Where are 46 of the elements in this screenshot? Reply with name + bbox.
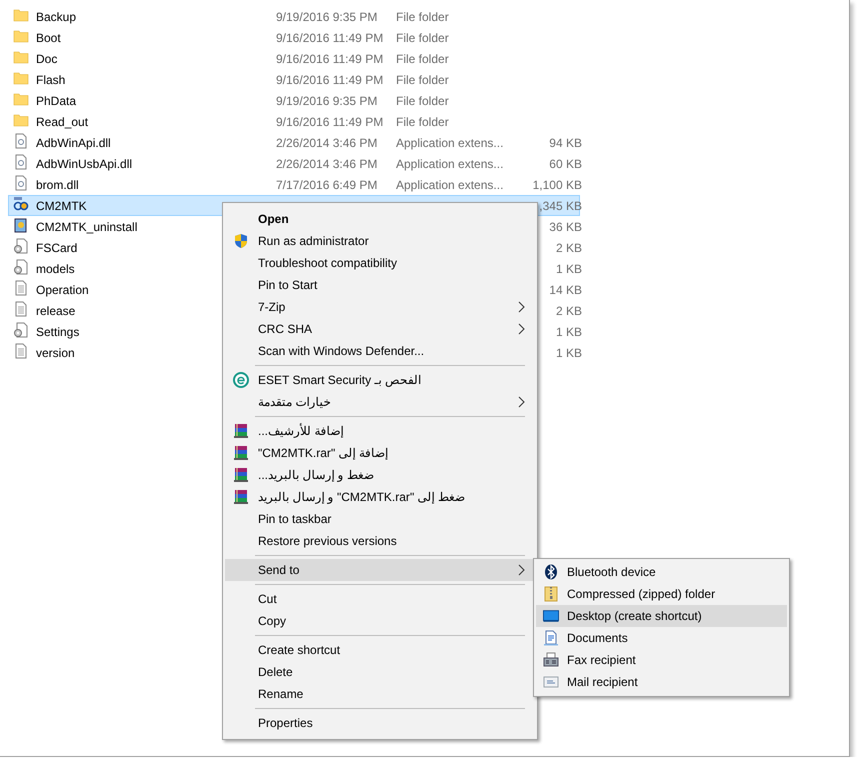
date-modified: 9/16/2016 11:49 PM [276,52,384,66]
file-name: FSCard [36,240,78,254]
file-type: File folder [396,30,450,44]
file-size: 2 KB [556,304,582,318]
date-modified: 9/19/2016 9:35 PM [276,10,378,24]
file-type: File folder [396,114,450,128]
file-size: 60 KB [549,156,582,170]
date-modified: 9/16/2016 11:49 PM [276,72,384,86]
file-name: Operation [36,282,89,296]
file-size: 14 KB [549,282,582,296]
file-name: PhData [36,94,76,108]
file-name: brom.dll [36,178,79,192]
file-name: CM2MTK [36,198,87,212]
date-modified: 9/16/2016 11:49 PM [276,30,384,44]
file-name: version [36,346,75,360]
file-name: Backup [36,10,76,24]
file-name: CM2MTK_uninstall [36,220,138,234]
file-name: models [36,262,75,276]
file-name: Boot [36,30,61,44]
file-type: File folder [396,72,450,86]
date-modified: 7/17/2016 6:49 PM [276,178,378,192]
file-size: 1 KB [556,346,582,360]
file-name: Flash [36,72,66,86]
file-name: release [36,304,76,318]
file-type: Application extens... [396,178,504,192]
file-type: File folder [396,10,450,24]
file-type: Application extens... [396,136,504,150]
file-size: 36 KB [549,220,582,234]
file-name: AdbWinUsbApi.dll [36,156,132,170]
file-name: AdbWinApi.dll [36,136,111,150]
file-name: Read_out [36,114,88,128]
file-size: ,345 KB [539,198,582,212]
file-size: 2 KB [556,240,582,254]
file-type: Application extens... [396,156,504,170]
file-name: Settings [36,324,80,338]
file-name: Doc [36,52,58,66]
file-size: 1 KB [556,324,582,338]
file-type: File folder [396,52,450,66]
file-type: File folder [396,94,450,108]
date-modified: 9/19/2016 9:35 PM [276,94,378,108]
date-modified: 9/16/2016 11:49 PM [276,114,384,128]
date-modified: 2/26/2014 3:46 PM [276,156,378,170]
file-size: 1,100 KB [532,178,582,192]
file-size: 94 KB [549,136,582,150]
date-modified: 2/26/2014 3:46 PM [276,136,378,150]
file-size: 1 KB [556,262,582,276]
